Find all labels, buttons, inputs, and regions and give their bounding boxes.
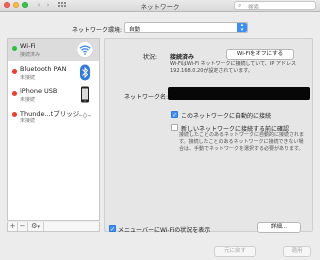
status-dot-red	[12, 91, 17, 96]
status-label: 状況:	[143, 54, 158, 61]
gear-menu-button[interactable]: ⚙▾	[28, 222, 44, 231]
wifi-off-button[interactable]: Wi-Fiをオフにする	[226, 49, 294, 60]
updown-chevron-icon: ▴ ▾	[237, 23, 247, 32]
service-status: 未接続	[20, 118, 36, 124]
remove-service-button[interactable]: −	[18, 222, 28, 231]
search-field[interactable]: ⌕ 検索	[234, 1, 316, 11]
location-label: ネットワーク環境:	[72, 27, 123, 34]
auto-join-label: このネットワークに自動的に接続	[181, 113, 272, 120]
menubar-status-label: メニューバーにWi-Fiの状況を表示	[118, 227, 211, 234]
menubar-status-checkbox[interactable]: ✓	[109, 225, 116, 233]
revert-button[interactable]: 元に戻す	[214, 246, 256, 257]
status-dot-red	[12, 69, 17, 74]
apply-button[interactable]: 適用	[283, 246, 311, 257]
bluetooth-icon	[80, 64, 90, 81]
service-item-thunderbolt-bridge[interactable]: Thunde...tブリッジ 未接続	[8, 105, 99, 127]
network-name-select[interactable]	[168, 87, 310, 100]
service-item-iphone-usb[interactable]: iPhone USB 未接続	[8, 84, 99, 106]
ask-join-description: 接続したことのあるネットワークに自動的に接続されます。接続したことのあるネットワ…	[179, 132, 304, 152]
service-item-bluetooth-pan[interactable]: Bluetooth PAN 未接続	[8, 62, 99, 84]
wifi-icon	[77, 41, 93, 58]
status-dot-green	[12, 46, 17, 51]
location-select[interactable]: 自動 ▴ ▾	[124, 22, 248, 33]
advanced-button[interactable]: 詳細...	[257, 222, 301, 233]
location-value: 自動	[129, 27, 141, 33]
phone-icon	[81, 86, 89, 103]
title-bar: ‹ › ネットワーク ⌕ 検索	[0, 0, 320, 12]
status-value: 接続済み	[170, 54, 195, 61]
ask-join-checkbox[interactable]	[171, 124, 178, 131]
service-name: iPhone USB	[20, 87, 58, 95]
search-placeholder: 検索	[248, 5, 260, 11]
service-name: Wi-Fi	[20, 42, 36, 50]
add-service-button[interactable]: +	[8, 222, 18, 231]
service-list: Wi-Fi 接続済み Bluetooth PAN 未接続 iPhone USB …	[7, 38, 100, 221]
thunderbolt-icon	[79, 112, 91, 119]
service-list-toolbar: + − ⚙▾	[7, 222, 100, 232]
service-name: Bluetooth PAN	[20, 65, 67, 73]
service-item-wifi[interactable]: Wi-Fi 接続済み	[8, 39, 99, 61]
service-status: 未接続	[20, 75, 36, 81]
status-description: Wi-FiはWi-Fi ネットワークに接続していて、IP アドレス 192.16…	[170, 61, 296, 74]
service-status: 接続済み	[20, 52, 41, 58]
service-status: 未接続	[20, 97, 36, 103]
network-name-label: ネットワーク名:	[124, 94, 169, 101]
auto-join-checkbox[interactable]: ✓	[171, 111, 178, 119]
status-dot-red	[12, 112, 17, 117]
search-icon: ⌕	[238, 2, 242, 9]
